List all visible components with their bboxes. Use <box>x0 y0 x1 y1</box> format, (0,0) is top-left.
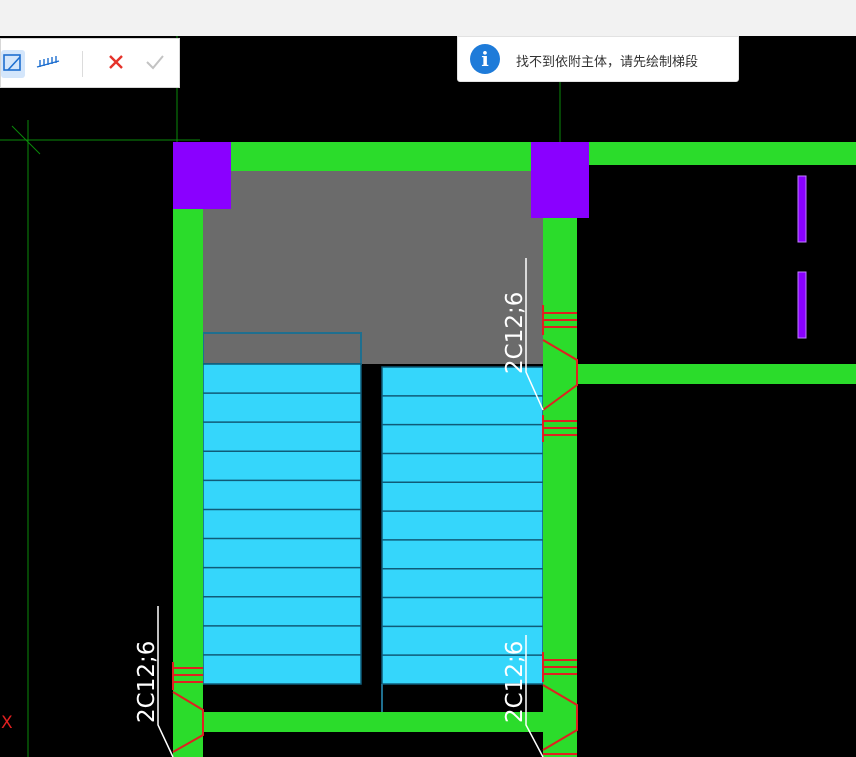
column-top-left[interactable] <box>173 142 231 209</box>
info-message-text: 找不到依附主体，请先绘制梯段 <box>516 55 699 70</box>
info-message: i 找不到依附主体，请先绘制梯段 <box>457 36 739 82</box>
cancel-button[interactable] <box>102 50 130 78</box>
info-icon: i <box>470 44 500 74</box>
check-icon <box>145 53 165 75</box>
rebar-label: 2C12;6 <box>134 641 160 723</box>
close-icon <box>107 53 125 75</box>
stair-draw-tool-button[interactable] <box>1 50 25 78</box>
opening-marker[interactable] <box>797 175 807 243</box>
stair-draw-icon <box>2 51 24 77</box>
confirm-button[interactable] <box>141 50 169 78</box>
floor-plan-drawing[interactable]: 2C12;6 2C12;6 2C12;6 X <box>0 36 856 757</box>
axis-marker: X <box>1 713 13 733</box>
column-top-right[interactable] <box>531 142 589 218</box>
stair-toolbar <box>0 38 180 88</box>
stair-landing[interactable] <box>203 170 543 364</box>
opening-marker[interactable] <box>797 271 807 339</box>
top-bar <box>0 0 856 36</box>
stair-steps-icon <box>35 53 61 75</box>
rebar-label: 2C12;6 <box>502 641 528 723</box>
toolbar-separator <box>82 51 83 77</box>
stair-flight-left[interactable] <box>202 363 362 685</box>
stair-steps-tool-button[interactable] <box>34 50 62 78</box>
stair-flight-right[interactable] <box>381 366 544 685</box>
rebar-label: 2C12;6 <box>502 292 528 374</box>
